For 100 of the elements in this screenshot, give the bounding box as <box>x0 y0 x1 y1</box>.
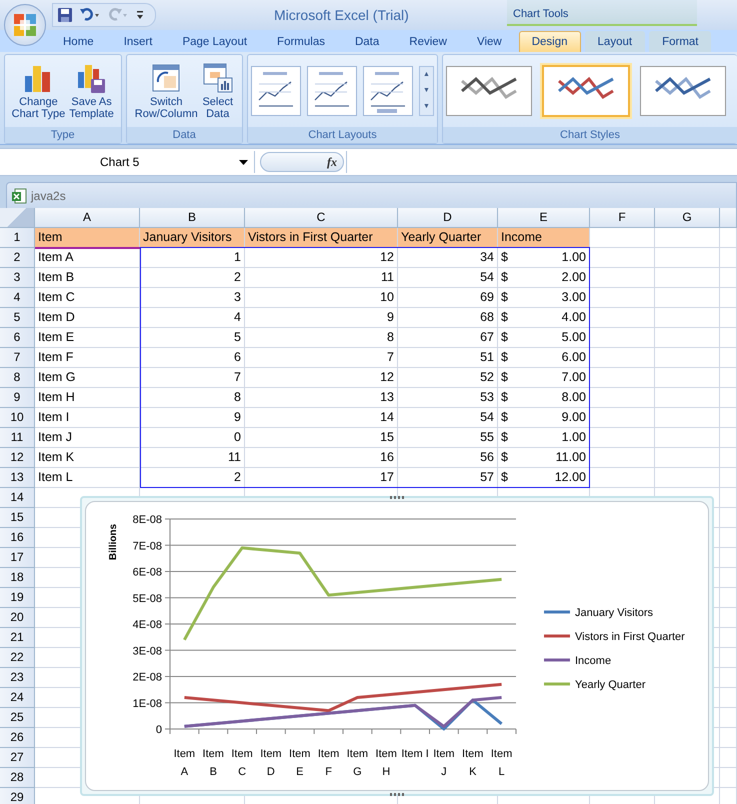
table-cell: 13 <box>245 388 398 408</box>
ribbon-tab[interactable]: Data <box>342 31 392 52</box>
row-header[interactable]: 26 <box>0 728 35 748</box>
undo-icon[interactable] <box>79 7 101 23</box>
table-chart-icon <box>202 62 234 94</box>
ribbon-button[interactable]: Change Chart Type <box>10 60 66 122</box>
header-cell: Vistors in First Quarter <box>245 228 398 248</box>
row-header[interactable]: 27 <box>0 748 35 768</box>
row-header[interactable]: 1 <box>0 228 35 248</box>
table-cell: 4 <box>140 308 245 328</box>
income-value: 6.00 <box>562 349 586 366</box>
ribbon-button[interactable]: Select Data <box>200 60 235 122</box>
table-cell <box>720 228 737 248</box>
row-header[interactable]: 4 <box>0 288 35 308</box>
header-cell: Yearly Quarter <box>398 228 498 248</box>
table-cell: 9 <box>245 308 398 328</box>
row-header[interactable]: 21 <box>0 628 35 648</box>
table-cell: 15 <box>245 428 398 448</box>
table-cell <box>720 388 737 408</box>
row-header[interactable]: 19 <box>0 588 35 608</box>
row-header[interactable]: 20 <box>0 608 35 628</box>
table-cell: Item B <box>35 268 140 288</box>
table-cell: 8 <box>140 388 245 408</box>
resize-handle[interactable] <box>390 496 404 499</box>
currency-symbol: $ <box>501 389 508 406</box>
currency-symbol: $ <box>501 409 508 426</box>
row-header[interactable]: 5 <box>0 308 35 328</box>
axis-title: Billions <box>108 524 119 560</box>
column-header[interactable]: B <box>140 208 245 228</box>
column-header[interactable]: E <box>498 208 590 228</box>
currency-symbol: $ <box>501 269 508 286</box>
income-value: 5.00 <box>562 329 586 346</box>
row-header[interactable]: 2 <box>0 248 35 268</box>
column-header[interactable]: G <box>655 208 720 228</box>
ribbon-button[interactable]: Save As Template <box>68 60 115 122</box>
row-header[interactable]: 17 <box>0 548 35 568</box>
fx-button[interactable]: fx <box>260 152 344 172</box>
currency-symbol: $ <box>501 289 508 306</box>
ribbon-tab[interactable]: View <box>464 31 515 52</box>
table-cell <box>655 388 720 408</box>
row-header[interactable]: 22 <box>0 648 35 668</box>
table-cell <box>720 468 737 488</box>
row-header[interactable]: 25 <box>0 708 35 728</box>
ribbon-tab[interactable]: Page Layout <box>169 31 260 52</box>
chart-layout-thumbnail[interactable] <box>307 66 357 116</box>
column-header[interactable]: D <box>398 208 498 228</box>
ribbon-tab[interactable]: Layout <box>584 31 646 52</box>
ribbon-tab[interactable]: Insert <box>110 31 166 52</box>
office-button[interactable] <box>4 4 46 46</box>
chart-style-thumbnail[interactable] <box>640 66 726 116</box>
column-header[interactable]: A <box>35 208 140 228</box>
customize-toolbar-icon[interactable] <box>135 9 145 21</box>
dropdown-caret-icon[interactable] <box>239 160 248 164</box>
header-cell: Item <box>35 228 140 248</box>
table-cell <box>655 308 720 328</box>
row-header[interactable]: 14 <box>0 488 35 508</box>
ribbon-tab[interactable]: Home <box>50 31 107 52</box>
table-cell <box>655 448 720 468</box>
name-box[interactable]: Chart 5 <box>0 151 255 173</box>
row-header[interactable]: 15 <box>0 508 35 528</box>
row-header[interactable]: 9 <box>0 388 35 408</box>
row-header[interactable]: 8 <box>0 368 35 388</box>
row-header[interactable]: 3 <box>0 268 35 288</box>
row-header[interactable]: 6 <box>0 328 35 348</box>
table-cell: 67 <box>398 328 498 348</box>
chart-layout-thumbnail[interactable] <box>363 66 413 116</box>
ribbon-button[interactable]: Switch Row/Column <box>134 60 199 122</box>
chart-layout-thumbnail[interactable] <box>251 66 301 116</box>
chart-style-thumbnail[interactable] <box>446 66 532 116</box>
column-header[interactable]: C <box>245 208 398 228</box>
row-header[interactable]: 18 <box>0 568 35 588</box>
table-cell <box>655 428 720 448</box>
row-header[interactable]: 13 <box>0 468 35 488</box>
ribbon-tab[interactable]: Format <box>649 31 712 52</box>
legend-label: Income <box>575 655 612 667</box>
row-header[interactable]: 11 <box>0 428 35 448</box>
table-cell: 8 <box>245 328 398 348</box>
table-cell: 5 <box>140 328 245 348</box>
row-header[interactable]: 7 <box>0 348 35 368</box>
row-header[interactable]: 10 <box>0 408 35 428</box>
row-header[interactable]: 29 <box>0 788 35 804</box>
table-cell: 2 <box>140 468 245 488</box>
row-header[interactable]: 28 <box>0 768 35 788</box>
ribbon-tab[interactable]: Review <box>396 31 460 52</box>
table-cell: 7 <box>245 348 398 368</box>
row-header[interactable]: 12 <box>0 448 35 468</box>
ribbon-tab[interactable]: Design <box>518 31 581 52</box>
save-icon[interactable] <box>57 7 73 23</box>
chart-style-thumbnail[interactable] <box>542 65 630 117</box>
resize-handle[interactable] <box>390 793 404 796</box>
ribbon-tab[interactable]: Formulas <box>264 31 338 52</box>
category-label: Item E <box>288 747 312 780</box>
column-header[interactable]: F <box>590 208 655 228</box>
row-header[interactable]: 16 <box>0 528 35 548</box>
row-header[interactable]: 24 <box>0 688 35 708</box>
table-cell: Item I <box>35 408 140 428</box>
row-header[interactable]: 23 <box>0 668 35 688</box>
table-cell: 2 <box>140 268 245 288</box>
table-cell: 34 <box>398 248 498 268</box>
axis-tick-label: 7E-08 <box>132 540 162 552</box>
